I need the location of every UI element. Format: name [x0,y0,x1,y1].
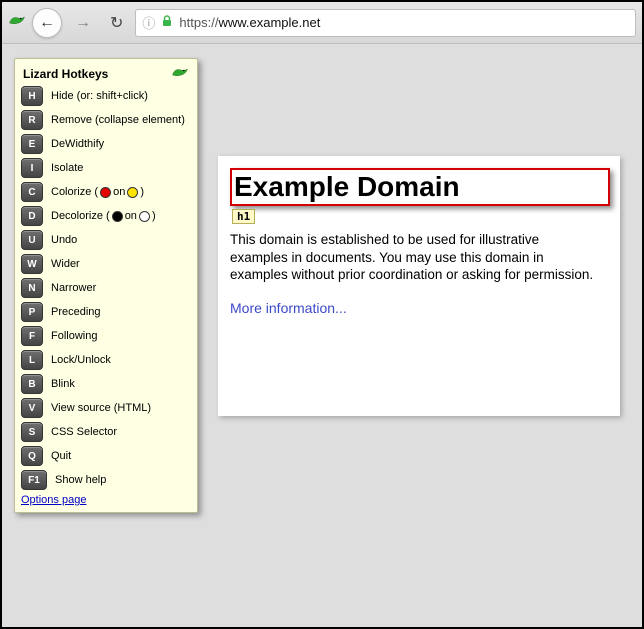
yellow-dot-icon [127,187,138,198]
selected-h1[interactable]: Example Domain [230,168,610,206]
browser-window: ← → ↻ ⓘ https://www.example.net Lizard H… [0,0,644,629]
hotkey-key[interactable]: R [21,110,43,130]
more-information-link[interactable]: More information... [230,300,347,316]
arrow-right-icon: → [75,15,91,31]
hotkey-label: Preceding [51,306,101,318]
hotkey-label: Decolorize ( on ) [51,210,156,222]
forward-button[interactable]: → [68,8,98,38]
hotkey-row: L Lock/Unlock [21,350,191,370]
hotkey-key[interactable]: E [21,134,43,154]
hotkey-row: N Narrower [21,278,191,298]
hotkey-row: W Wider [21,254,191,274]
hotkey-label: Undo [51,234,77,246]
hotkey-row: F Following [21,326,191,346]
hotkey-key[interactable]: N [21,278,43,298]
hotkey-key[interactable]: B [21,374,43,394]
browser-toolbar: ← → ↻ ⓘ https://www.example.net [2,2,642,44]
hotkey-label: Lock/Unlock [51,354,111,366]
hotkey-label: Remove (collapse element) [51,114,185,126]
page-content: Example Domain h1 This domain is establi… [218,156,620,416]
hotkey-label: Colorize ( on ) [51,186,144,198]
lock-icon [161,15,173,30]
hotkey-label: DeWidthify [51,138,104,150]
hotkey-list: H Hide (or: shift+click) R Remove (collapse… [21,86,191,490]
hotkey-row: I Isolate [21,158,191,178]
address-bar[interactable]: ⓘ https://www.example.net [135,9,636,37]
hotkey-key[interactable]: S [21,422,43,442]
hotkey-label: Show help [55,474,106,486]
hotkey-row: R Remove (collapse element) [21,110,191,130]
hotkey-row: V View source (HTML) [21,398,191,418]
hotkey-label: Quit [51,450,71,462]
hotkey-row: D Decolorize ( on ) [21,206,191,226]
hotkey-row: U Undo [21,230,191,250]
hotkey-key[interactable]: U [21,230,43,250]
hotkey-label: View source (HTML) [51,402,151,414]
hotkey-key[interactable]: F1 [21,470,47,490]
hotkey-row: Q Quit [21,446,191,466]
hotkey-key[interactable]: F [21,326,43,346]
lizard-hotkeys-panel: Lizard Hotkeys H Hide (or: shift+click) RR… [14,58,198,513]
hotkey-label: Following [51,330,97,342]
hotkey-row: C Colorize ( on ) [21,182,191,202]
hotkey-key[interactable]: L [21,350,43,370]
hotkey-key[interactable]: Q [21,446,43,466]
hotkey-key[interactable]: I [21,158,43,178]
hotkey-key[interactable]: H [21,86,43,106]
hotkey-row: S CSS Selector [21,422,191,442]
hotkey-row: H Hide (or: shift+click) [21,86,191,106]
reload-button[interactable]: ↻ [110,13,123,33]
white-dot-icon [139,211,150,222]
hotkey-label: Narrower [51,282,96,294]
black-dot-icon [112,211,123,222]
arrow-left-icon: ← [39,15,55,31]
url-text: https://www.example.net [179,15,320,30]
hotkey-row: P Preceding [21,302,191,322]
back-button[interactable]: ← [32,8,62,38]
hotkey-label: Wider [51,258,80,270]
panel-header: Lizard Hotkeys [21,63,191,86]
hotkey-key[interactable]: D [21,206,43,226]
options-page-link[interactable]: Options page [21,494,86,506]
hotkey-key[interactable]: V [21,398,43,418]
red-dot-icon [100,187,111,198]
hotkey-row: F1 Show help [21,470,191,490]
hotkey-row: B Blink [21,374,191,394]
lizard-extension-icon[interactable] [8,13,26,32]
hotkey-label: Hide (or: shift+click) [51,90,148,102]
hotkey-label: Blink [51,378,75,390]
tag-badge: h1 [232,209,255,224]
info-icon: ⓘ [142,13,155,32]
page-paragraph: This domain is established to be used fo… [230,231,600,284]
hotkey-label: Isolate [51,162,83,174]
hotkey-key[interactable]: P [21,302,43,322]
page-viewport: Lizard Hotkeys H Hide (or: shift+click) RR… [2,44,642,627]
lizard-icon [171,65,189,82]
panel-title: Lizard Hotkeys [23,67,108,81]
hotkey-key[interactable]: C [21,182,43,202]
hotkey-key[interactable]: W [21,254,43,274]
hotkey-label: CSS Selector [51,426,117,438]
hotkey-row: E DeWidthify [21,134,191,154]
